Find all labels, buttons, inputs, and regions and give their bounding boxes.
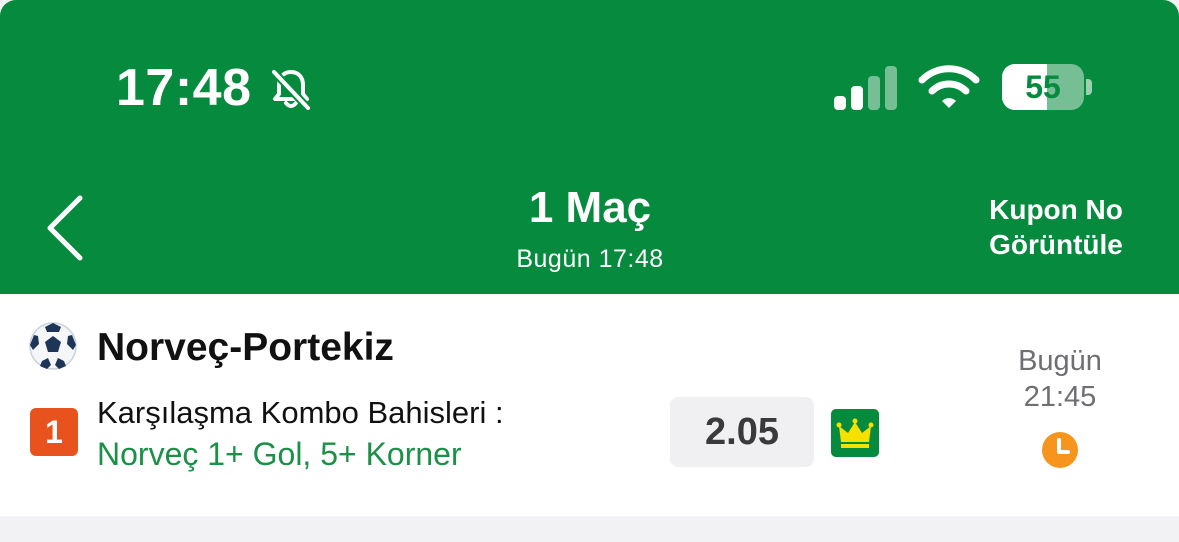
bet-card: Norveç-Portekiz 1 Karşılaşma Kombo Bahis… <box>0 294 1179 516</box>
battery-nub <box>1086 79 1092 95</box>
back-button[interactable] <box>40 192 92 264</box>
pick-number-badge: 1 <box>30 408 78 456</box>
selection-text: Norveç 1+ Gol, 5+ Korner <box>97 436 462 472</box>
page-title: 1 Maç <box>528 183 652 232</box>
wifi-icon <box>918 65 980 108</box>
coupon-button-line2: Görüntüle <box>989 229 1123 260</box>
match-time: 21:45 <box>1023 381 1097 413</box>
status-time: 17:48 <box>116 59 252 117</box>
coupon-button-line1: Kupon No <box>989 194 1123 225</box>
list-background <box>0 516 1179 542</box>
view-coupon-number-button[interactable]: Kupon No Görüntüle <box>970 192 1142 262</box>
battery-icon: 55 <box>1002 64 1084 110</box>
app-header: 17:48 55 1 Maç Bugün 17:48 Kupon No Görü… <box>0 0 1179 294</box>
match-name: Norveç-Portekiz <box>97 326 394 369</box>
market-name: Karşılaşma Kombo Bahisleri : <box>97 395 504 430</box>
page-subtitle: Bugün 17:48 <box>516 245 664 273</box>
match-date: Bugün <box>1018 345 1102 377</box>
signal-icon <box>834 66 897 110</box>
bell-slash-icon <box>271 69 311 111</box>
soccer-ball-icon <box>29 322 77 370</box>
odds-value[interactable]: 2.05 <box>670 397 814 467</box>
crown-icon <box>831 409 879 457</box>
battery-level: 55 <box>1025 69 1061 105</box>
clock-icon <box>1042 432 1078 468</box>
